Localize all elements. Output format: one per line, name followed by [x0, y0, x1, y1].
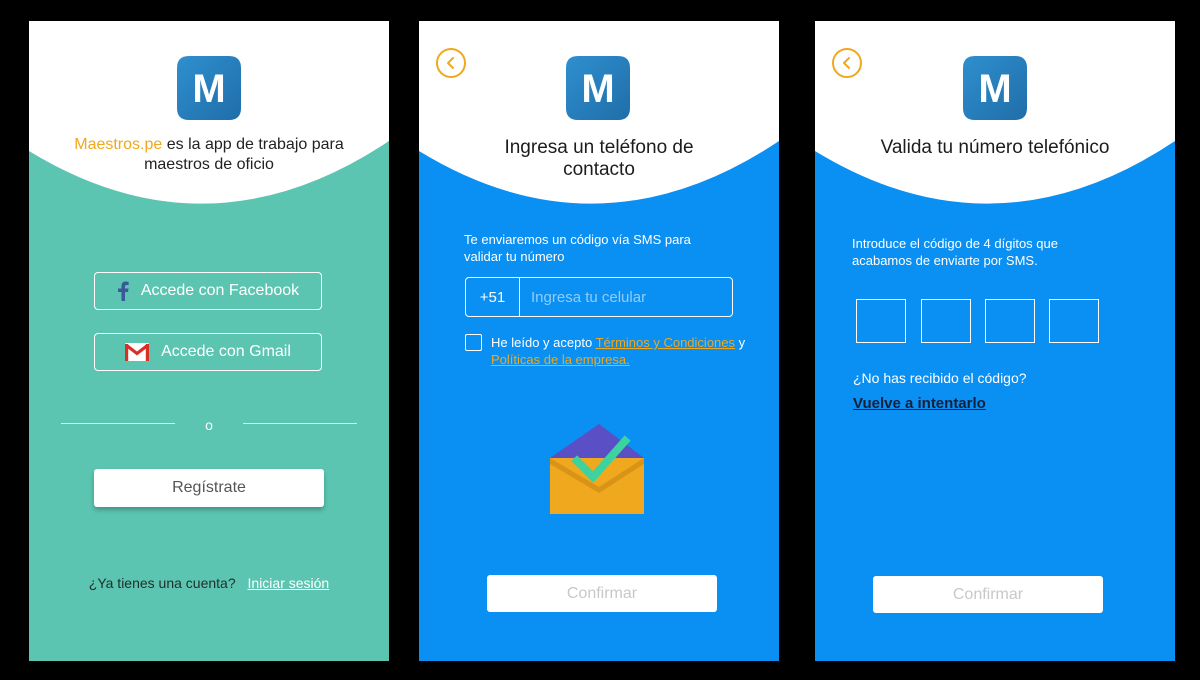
- code-digit-1[interactable]: [856, 299, 906, 343]
- app-logo: M: [566, 56, 630, 120]
- resend-question: ¿No has recibido el código?: [853, 370, 1027, 386]
- terms-checkbox[interactable]: [465, 334, 482, 351]
- app-logo: M: [177, 56, 241, 120]
- envelope-check-icon: [550, 424, 644, 514]
- phone-field-group: +51: [465, 277, 733, 317]
- code-digit-4[interactable]: [1049, 299, 1099, 343]
- screen-phone-entry: M Ingresa un teléfono de contacto Te env…: [419, 21, 779, 661]
- divider-right: [243, 423, 357, 424]
- title-line1: Ingresa un teléfono de: [504, 137, 694, 158]
- confirm-button[interactable]: Confirmar: [873, 576, 1103, 613]
- phone-input[interactable]: [520, 278, 732, 316]
- resend-link[interactable]: Vuelve a intentarlo: [853, 395, 986, 412]
- page-title: Ingresa un teléfono de contacto: [479, 137, 719, 181]
- divider-left: [61, 423, 175, 424]
- facebook-login-button[interactable]: Accede con Facebook: [94, 272, 322, 310]
- sms-info: Te enviaremos un código vía SMS para val…: [464, 231, 744, 265]
- terms-mid: y: [735, 335, 746, 350]
- back-button[interactable]: [436, 48, 466, 78]
- terms-link[interactable]: Términos y Condiciones: [596, 335, 735, 350]
- logo-letter: M: [581, 67, 614, 111]
- page-title: Valida tu número telefónico: [880, 137, 1110, 158]
- confirm-button[interactable]: Confirmar: [487, 575, 717, 612]
- gmail-login-button[interactable]: Accede con Gmail: [94, 333, 322, 371]
- chevron-left-icon: [447, 57, 454, 69]
- logo-letter: M: [192, 67, 225, 111]
- code-info: Introduce el código de 4 dígitos que aca…: [852, 235, 1142, 269]
- gmail-button-label: Accede con Gmail: [161, 343, 291, 360]
- app-logo: M: [963, 56, 1027, 120]
- policies-link[interactable]: Políticas de la empresa.: [491, 352, 630, 367]
- info-line2: validar tu número: [464, 249, 565, 264]
- divider-or: o: [205, 417, 213, 433]
- gmail-icon: [125, 343, 150, 361]
- code-digit-2[interactable]: [921, 299, 971, 343]
- login-prompt: ¿Ya tienes una cuenta? Iniciar sesión: [29, 575, 389, 591]
- facebook-icon: [117, 281, 129, 301]
- info-line2: acabamos de enviarte por SMS.: [852, 253, 1038, 268]
- back-button[interactable]: [832, 48, 862, 78]
- info-line1: Introduce el código de 4 dígitos que: [852, 236, 1058, 251]
- screen-code-validation: M Valida tu número telefónico Introduce …: [815, 21, 1175, 661]
- country-prefix[interactable]: +51: [466, 278, 520, 316]
- chevron-left-icon: [843, 57, 850, 69]
- tagline-line2: maestros de oficio: [144, 156, 274, 173]
- register-button[interactable]: Regístrate: [94, 469, 324, 507]
- screen-welcome: M Maestros.pe es la app de trabajo para …: [29, 21, 389, 661]
- title-line2: contacto: [563, 159, 635, 180]
- welcome-tagline: Maestros.pe es la app de trabajo para ma…: [29, 135, 389, 175]
- info-line1: Te enviaremos un código vía SMS para: [464, 232, 691, 247]
- brand-name: Maestros.pe: [74, 136, 163, 153]
- facebook-button-label: Accede con Facebook: [140, 282, 300, 299]
- has-account-text: ¿Ya tienes una cuenta?: [88, 575, 236, 591]
- code-digit-3[interactable]: [985, 299, 1035, 343]
- terms-text: He leído y acepto Términos y Condiciones…: [491, 334, 761, 368]
- terms-pre: He leído y acepto: [491, 335, 596, 350]
- login-link[interactable]: Iniciar sesión: [248, 575, 330, 591]
- logo-letter: M: [978, 67, 1011, 111]
- tagline-line1: es la app de trabajo para: [162, 136, 344, 153]
